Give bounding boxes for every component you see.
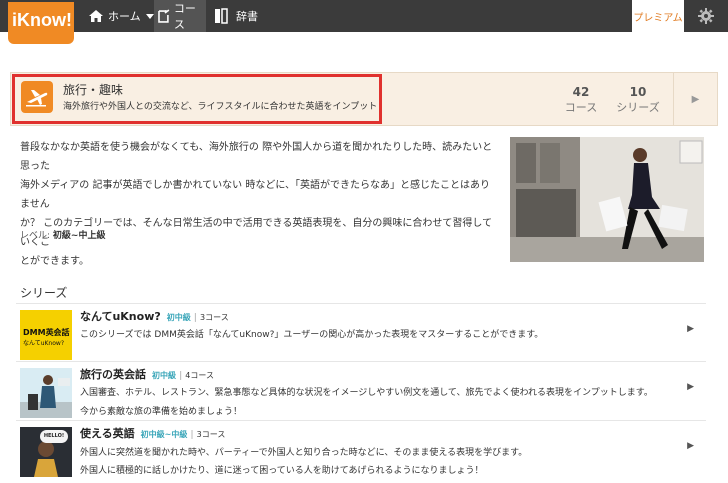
series-thumbnail-travel <box>20 368 72 418</box>
top-nav-bar: ホーム コース 辞書 プレミアム <box>0 0 728 32</box>
nav-course-button[interactable]: コース <box>154 0 206 32</box>
nav-dictionary-button[interactable]: 辞書 <box>214 0 258 32</box>
intro-line-1: 普段なかなか英語を使う機会がなくても、海外旅行の 際や外国人から道を聞かれたりし… <box>20 142 493 172</box>
series-thumbnail-useful: HELLO! <box>20 427 72 477</box>
intro-line-4: とができます。 <box>20 256 89 267</box>
category-banner[interactable]: 旅行・趣味 海外旅行や外国人との交流など、ライフスタイルに合わせた英語をインプッ… <box>10 72 718 126</box>
series-separator: | <box>190 430 194 440</box>
settings-button[interactable] <box>684 0 728 32</box>
play-arrow-icon[interactable]: ▶ <box>687 324 694 334</box>
banner-arrow-icon[interactable]: ▶ <box>673 73 717 125</box>
nav-dictionary-label: 辞書 <box>236 10 258 23</box>
category-title: 旅行・趣味 <box>63 83 124 97</box>
series-level: 初中級~中級 <box>140 430 188 439</box>
series-thumbnail-nantekuknow: DMM英会話 なんてuKnow? <box>20 310 72 360</box>
level-value: 初級~中上級 <box>52 231 106 241</box>
series-description-line-1: 外国人に突然道を聞かれた時や、パーティーで外国人と知り合った時などに、そのまま使… <box>80 448 528 458</box>
gear-icon <box>698 8 714 24</box>
series-count: 10 <box>629 85 647 99</box>
level-info: レベル: 初級~中上級 <box>20 228 105 241</box>
series-description-line-2: 外国人に積極的に話しかけたり、道に迷って困っている人を助けてあげられるようになり… <box>80 466 484 476</box>
home-icon <box>89 10 103 22</box>
series-title-text: 使える英語 <box>80 427 135 440</box>
series-label: シリーズ <box>616 101 660 114</box>
category-photo <box>510 137 704 262</box>
series-description: このシリーズでは DMM英会話「なんてuKnow?」ユーザーの関心が高かった表現… <box>80 330 544 340</box>
series-description-line-2: 今から素敵な旅の準備を始めましょう！ <box>80 407 243 417</box>
thumb-brand-text: DMM英会話 <box>23 328 70 337</box>
series-row-nantekuknow[interactable]: DMM英会話 なんてuKnow? なんてuKnow? 初中級 | 3コース このシリー… <box>16 303 706 361</box>
series-course-count: 3コース <box>200 313 229 322</box>
iknow-logo[interactable]: iKnow! <box>8 2 74 44</box>
airplane-icon <box>21 81 53 113</box>
level-label: レベル: <box>20 231 51 241</box>
series-title: 使える英語 初中級~中級 | 3コース <box>80 425 225 441</box>
course-icon <box>158 9 170 23</box>
intro-line-2: 海外メディアの 記事が英語でしか書かれていない 時などに、「英語ができたらなあ」… <box>20 180 491 210</box>
play-arrow-icon[interactable]: ▶ <box>687 382 694 392</box>
category-description: 海外旅行や外国人との交流など、ライフスタイルに合わせた英語をインプット <box>63 102 378 112</box>
series-heading: シリーズ <box>20 286 68 300</box>
series-row-travel-english[interactable]: 旅行の英会話 初中級 | 4コース 入国審査、ホテル、レストラン、緊急事態など具体的な… <box>16 361 706 419</box>
series-course-count: 3コース <box>196 430 226 439</box>
courses-label: コース <box>564 101 598 114</box>
series-separator: | <box>179 371 183 381</box>
thumb-title-text: なんてuKnow? <box>23 340 65 347</box>
series-stat: 10 シリーズ <box>615 85 661 115</box>
play-arrow-icon[interactable]: ▶ <box>687 441 694 451</box>
nav-course-label: コース <box>173 2 196 31</box>
series-level: 初中級 <box>166 313 191 322</box>
series-course-count: 4コース <box>185 371 214 380</box>
series-row-useful-english[interactable]: HELLO! 使える英語 初中級~中級 | 3コース 外国人に突然道を聞かれた時や、パ… <box>16 420 706 478</box>
series-title-text: 旅行の英会話 <box>80 368 146 381</box>
series-separator: | <box>193 313 198 323</box>
category-intro: 普段なかなか英語を使う機会がなくても、海外旅行の 際や外国人から道を聞かれたりし… <box>20 138 498 271</box>
thumb-speech-bubble: HELLO! <box>40 430 68 443</box>
series-title-text: なんてuKnow? <box>80 310 161 323</box>
courses-count: 42 <box>572 85 590 99</box>
series-description-line-1: 入国審査、ホテル、レストラン、緊急事態など具体的な状況をイメージしやすい例文を通… <box>80 388 653 398</box>
premium-button[interactable]: プレミアム <box>632 0 684 32</box>
series-title: なんてuKnow? 初中級 | 3コース <box>80 308 229 324</box>
book-icon <box>215 8 228 24</box>
series-level: 初中級 <box>152 371 176 380</box>
nav-home-label: ホーム <box>108 10 141 23</box>
series-title: 旅行の英会話 初中級 | 4コース <box>80 366 214 382</box>
courses-stat: 42 コース <box>559 85 603 115</box>
nav-home-button[interactable]: ホーム <box>88 0 159 32</box>
